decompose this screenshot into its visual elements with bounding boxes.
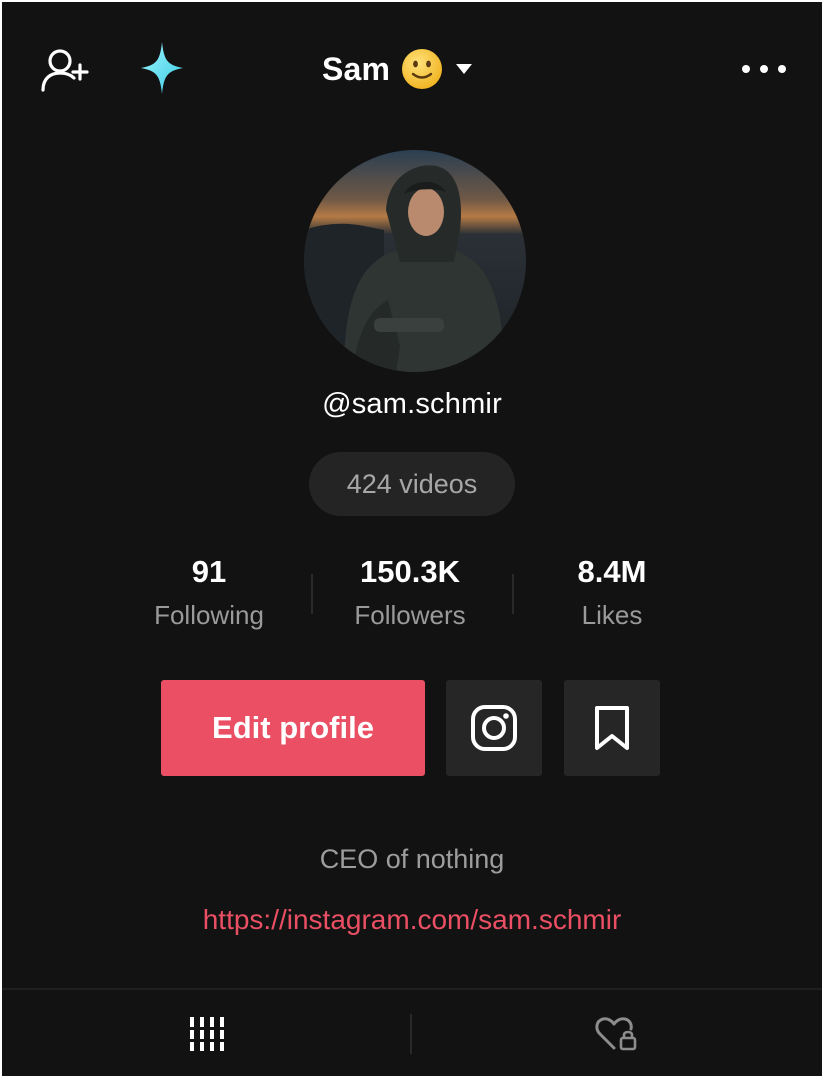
instagram-icon — [471, 705, 517, 751]
tab-liked-private[interactable] — [412, 992, 820, 1076]
followers-label: Followers — [354, 600, 466, 630]
bookmarks-button[interactable] — [564, 680, 660, 776]
following-stat[interactable]: 91 Following — [109, 550, 309, 631]
tab-bar-border — [2, 988, 822, 990]
profile-screen: Sam @sam.schmir 424 videos 91 Following … — [2, 2, 822, 1076]
smiley-emoji-icon — [402, 49, 443, 89]
instagram-button[interactable] — [446, 680, 542, 776]
sparkle-button[interactable] — [134, 38, 190, 98]
following-label: Following — [154, 600, 264, 630]
likes-label: Likes — [581, 600, 643, 630]
edit-profile-button[interactable]: Edit profile — [161, 680, 425, 776]
following-count: 91 — [191, 554, 227, 589]
sparkle-icon — [141, 42, 183, 94]
add-user-icon — [41, 49, 89, 92]
add-friends-button[interactable] — [38, 46, 94, 94]
profile-avatar[interactable] — [304, 150, 526, 372]
profile-name-title: Sam — [322, 50, 391, 87]
followers-count: 150.3K — [360, 554, 460, 589]
video-count-badge[interactable]: 424 videos — [309, 452, 515, 516]
heart-lock-icon — [595, 1017, 637, 1051]
grid-bars-icon — [188, 1017, 224, 1051]
profile-link[interactable]: https://instagram.com/sam.schmir — [2, 904, 822, 936]
username-handle: @sam.schmir — [322, 388, 502, 420]
avatar-photo — [304, 150, 526, 372]
likes-count: 8.4M — [577, 554, 647, 589]
profile-bio: CEO of nothing — [319, 844, 505, 874]
account-switcher[interactable]: Sam — [322, 42, 474, 96]
followers-stat[interactable]: 150.3K Followers — [310, 550, 510, 631]
caret-down-icon — [456, 64, 473, 74]
bookmark-icon — [595, 706, 629, 750]
more-options-button[interactable] — [734, 52, 794, 86]
likes-stat[interactable]: 8.4M Likes — [512, 550, 712, 631]
more-options-icon — [742, 65, 786, 73]
tab-videos[interactable] — [2, 992, 410, 1076]
